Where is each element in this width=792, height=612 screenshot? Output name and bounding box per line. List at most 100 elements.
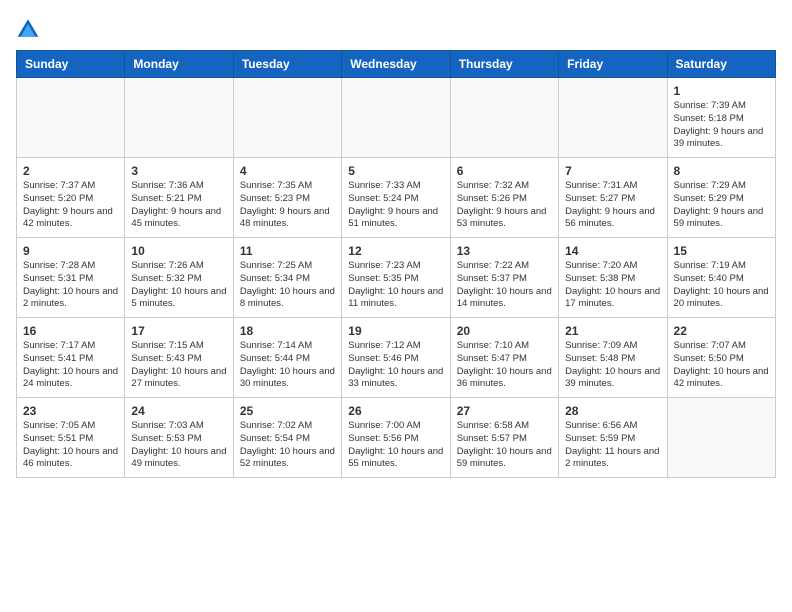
- day-info: Sunrise: 7:20 AM Sunset: 5:38 PM Dayligh…: [565, 260, 660, 311]
- day-number: 25: [240, 404, 335, 418]
- day-info: Sunrise: 7:15 AM Sunset: 5:43 PM Dayligh…: [131, 340, 226, 391]
- day-info: Sunrise: 7:22 AM Sunset: 5:37 PM Dayligh…: [457, 260, 552, 311]
- day-info: Sunrise: 7:10 AM Sunset: 5:47 PM Dayligh…: [457, 340, 552, 391]
- day-number: 20: [457, 324, 552, 338]
- day-info: Sunrise: 7:35 AM Sunset: 5:23 PM Dayligh…: [240, 180, 335, 231]
- col-header-saturday: Saturday: [667, 51, 775, 78]
- day-info: Sunrise: 7:00 AM Sunset: 5:56 PM Dayligh…: [348, 420, 443, 471]
- logo-icon: [16, 16, 40, 40]
- day-number: 19: [348, 324, 443, 338]
- day-info: Sunrise: 7:29 AM Sunset: 5:29 PM Dayligh…: [674, 180, 769, 231]
- calendar-cell: [450, 78, 558, 158]
- day-number: 10: [131, 244, 226, 258]
- day-info: Sunrise: 6:58 AM Sunset: 5:57 PM Dayligh…: [457, 420, 552, 471]
- day-number: 2: [23, 164, 118, 178]
- calendar-cell: 21 Sunrise: 7:09 AM Sunset: 5:48 PM Dayli…: [559, 318, 667, 398]
- day-number: 27: [457, 404, 552, 418]
- calendar-cell: 10 Sunrise: 7:26 AM Sunset: 5:32 PM Dayli…: [125, 238, 233, 318]
- day-number: 4: [240, 164, 335, 178]
- calendar-cell: 12 Sunrise: 7:23 AM Sunset: 5:35 PM Dayli…: [342, 238, 450, 318]
- calendar-week-row: 1 Sunrise: 7:39 AM Sunset: 5:18 PM Daylig…: [17, 78, 776, 158]
- day-info: Sunrise: 7:39 AM Sunset: 5:18 PM Dayligh…: [674, 100, 769, 151]
- calendar-cell: [559, 78, 667, 158]
- calendar-cell: 23 Sunrise: 7:05 AM Sunset: 5:51 PM Dayli…: [17, 398, 125, 478]
- calendar-cell: 11Sunrise: 7:25 AM Sunset: 5:34 PM Dayli…: [233, 238, 341, 318]
- calendar-cell: 26 Sunrise: 7:00 AM Sunset: 5:56 PM Dayli…: [342, 398, 450, 478]
- calendar-cell: 16 Sunrise: 7:17 AM Sunset: 5:41 PM Dayli…: [17, 318, 125, 398]
- day-number: 28: [565, 404, 660, 418]
- calendar-week-row: 2 Sunrise: 7:37 AM Sunset: 5:20 PM Daylig…: [17, 158, 776, 238]
- calendar-table: SundayMondayTuesdayWednesdayThursdayFrid…: [16, 50, 776, 478]
- calendar-cell: 22 Sunrise: 7:07 AM Sunset: 5:50 PM Dayli…: [667, 318, 775, 398]
- calendar-cell: [342, 78, 450, 158]
- calendar-cell: 4 Sunrise: 7:35 AM Sunset: 5:23 PM Daylig…: [233, 158, 341, 238]
- day-number: 12: [348, 244, 443, 258]
- day-number: 23: [23, 404, 118, 418]
- day-number: 17: [131, 324, 226, 338]
- calendar-cell: 2 Sunrise: 7:37 AM Sunset: 5:20 PM Daylig…: [17, 158, 125, 238]
- col-header-sunday: Sunday: [17, 51, 125, 78]
- calendar-cell: 18 Sunrise: 7:14 AM Sunset: 5:44 PM Dayli…: [233, 318, 341, 398]
- day-info: Sunrise: 7:17 AM Sunset: 5:41 PM Dayligh…: [23, 340, 118, 391]
- calendar-cell: 14 Sunrise: 7:20 AM Sunset: 5:38 PM Dayli…: [559, 238, 667, 318]
- day-info: Sunrise: 6:56 AM Sunset: 5:59 PM Dayligh…: [565, 420, 660, 471]
- day-number: 26: [348, 404, 443, 418]
- calendar-cell: 15 Sunrise: 7:19 AM Sunset: 5:40 PM Dayli…: [667, 238, 775, 318]
- day-info: Sunrise: 7:14 AM Sunset: 5:44 PM Dayligh…: [240, 340, 335, 391]
- day-number: 15: [674, 244, 769, 258]
- col-header-tuesday: Tuesday: [233, 51, 341, 78]
- day-info: Sunrise: 7:02 AM Sunset: 5:54 PM Dayligh…: [240, 420, 335, 471]
- col-header-friday: Friday: [559, 51, 667, 78]
- col-header-wednesday: Wednesday: [342, 51, 450, 78]
- col-header-monday: Monday: [125, 51, 233, 78]
- day-info: Sunrise: 7:12 AM Sunset: 5:46 PM Dayligh…: [348, 340, 443, 391]
- day-number: 21: [565, 324, 660, 338]
- day-number: 3: [131, 164, 226, 178]
- day-info: Sunrise: 7:19 AM Sunset: 5:40 PM Dayligh…: [674, 260, 769, 311]
- calendar-cell: [17, 78, 125, 158]
- calendar-week-row: 9 Sunrise: 7:28 AM Sunset: 5:31 PM Daylig…: [17, 238, 776, 318]
- calendar-cell: [125, 78, 233, 158]
- calendar-header-row: SundayMondayTuesdayWednesdayThursdayFrid…: [17, 51, 776, 78]
- day-number: 5: [348, 164, 443, 178]
- day-number: 18: [240, 324, 335, 338]
- calendar-cell: 6 Sunrise: 7:32 AM Sunset: 5:26 PM Daylig…: [450, 158, 558, 238]
- calendar-cell: 24 Sunrise: 7:03 AM Sunset: 5:53 PM Dayli…: [125, 398, 233, 478]
- day-info: Sunrise: 7:26 AM Sunset: 5:32 PM Dayligh…: [131, 260, 226, 311]
- calendar-cell: 19 Sunrise: 7:12 AM Sunset: 5:46 PM Dayli…: [342, 318, 450, 398]
- day-number: 16: [23, 324, 118, 338]
- calendar-cell: 17 Sunrise: 7:15 AM Sunset: 5:43 PM Dayli…: [125, 318, 233, 398]
- day-info: Sunrise: 7:28 AM Sunset: 5:31 PM Dayligh…: [23, 260, 118, 311]
- day-info: Sunrise: 7:07 AM Sunset: 5:50 PM Dayligh…: [674, 340, 769, 391]
- col-header-thursday: Thursday: [450, 51, 558, 78]
- day-number: 13: [457, 244, 552, 258]
- day-info: Sunrise: 7:33 AM Sunset: 5:24 PM Dayligh…: [348, 180, 443, 231]
- day-number: 9: [23, 244, 118, 258]
- day-number: 7: [565, 164, 660, 178]
- day-number: 1: [674, 84, 769, 98]
- calendar-cell: 5 Sunrise: 7:33 AM Sunset: 5:24 PM Daylig…: [342, 158, 450, 238]
- day-info: Sunrise: 7:09 AM Sunset: 5:48 PM Dayligh…: [565, 340, 660, 391]
- day-number: 6: [457, 164, 552, 178]
- calendar-cell: [233, 78, 341, 158]
- day-info: Sunrise: 7:31 AM Sunset: 5:27 PM Dayligh…: [565, 180, 660, 231]
- day-number: 14: [565, 244, 660, 258]
- calendar-week-row: 23 Sunrise: 7:05 AM Sunset: 5:51 PM Dayli…: [17, 398, 776, 478]
- logo: [16, 16, 44, 40]
- day-info: Sunrise: 7:03 AM Sunset: 5:53 PM Dayligh…: [131, 420, 226, 471]
- calendar-cell: 25 Sunrise: 7:02 AM Sunset: 5:54 PM Dayli…: [233, 398, 341, 478]
- calendar-cell: 13 Sunrise: 7:22 AM Sunset: 5:37 PM Dayli…: [450, 238, 558, 318]
- day-info: Sunrise: 7:37 AM Sunset: 5:20 PM Dayligh…: [23, 180, 118, 231]
- day-number: 8: [674, 164, 769, 178]
- day-number: 22: [674, 324, 769, 338]
- day-number: 24: [131, 404, 226, 418]
- day-info: Sunrise: 7:36 AM Sunset: 5:21 PM Dayligh…: [131, 180, 226, 231]
- calendar-cell: 8 Sunrise: 7:29 AM Sunset: 5:29 PM Daylig…: [667, 158, 775, 238]
- day-info: Sunrise: 7:23 AM Sunset: 5:35 PM Dayligh…: [348, 260, 443, 311]
- calendar-cell: 9 Sunrise: 7:28 AM Sunset: 5:31 PM Daylig…: [17, 238, 125, 318]
- day-info: Sunrise: 7:05 AM Sunset: 5:51 PM Dayligh…: [23, 420, 118, 471]
- calendar-cell: 20 Sunrise: 7:10 AM Sunset: 5:47 PM Dayli…: [450, 318, 558, 398]
- calendar-cell: 7 Sunrise: 7:31 AM Sunset: 5:27 PM Daylig…: [559, 158, 667, 238]
- day-info: Sunrise: 7:32 AM Sunset: 5:26 PM Dayligh…: [457, 180, 552, 231]
- calendar-cell: [667, 398, 775, 478]
